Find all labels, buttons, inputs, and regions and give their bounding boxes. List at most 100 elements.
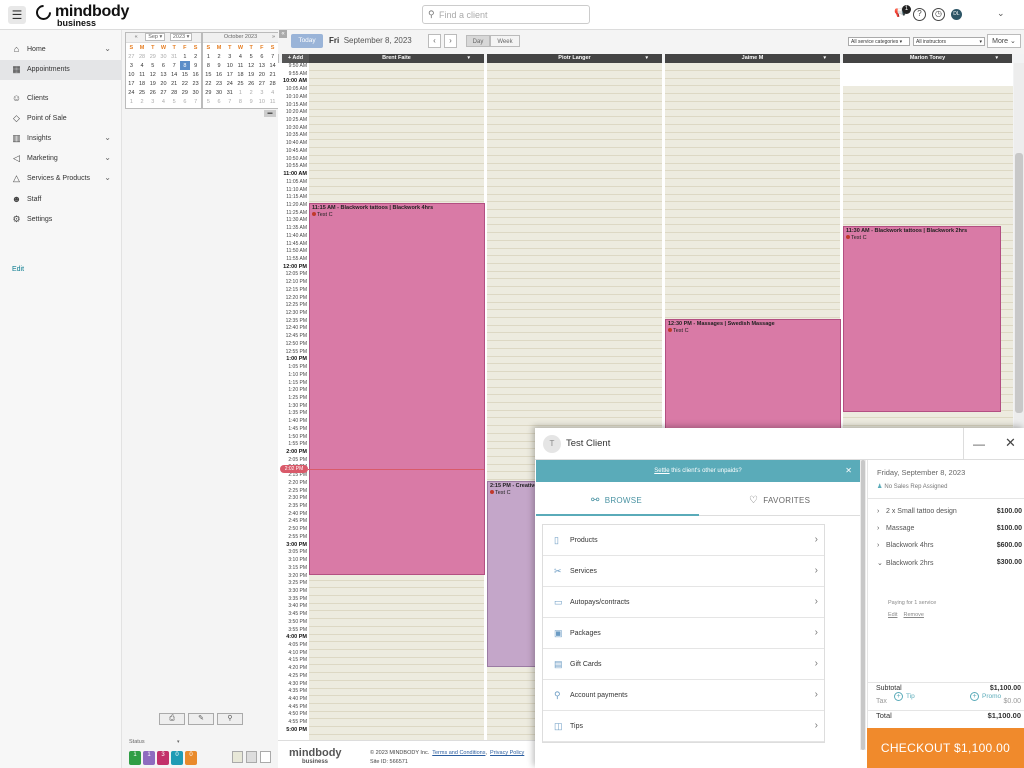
status-count[interactable]: 1 bbox=[129, 751, 141, 765]
client-search-input[interactable]: ⚲ Find a client bbox=[422, 5, 590, 24]
calendar-day[interactable]: 6 bbox=[180, 97, 191, 106]
calendar-day[interactable]: 3 bbox=[147, 97, 158, 106]
calendar-day[interactable]: 21 bbox=[169, 79, 180, 88]
prev-month-icon[interactable]: « bbox=[135, 34, 138, 40]
calendar-day[interactable]: 12 bbox=[246, 61, 257, 70]
calendar-day[interactable]: 12 bbox=[147, 70, 158, 79]
terms-link[interactable]: Terms and Conditions bbox=[432, 750, 485, 756]
calendar-day[interactable]: 26 bbox=[147, 88, 158, 97]
calendar-day[interactable]: 14 bbox=[267, 61, 278, 70]
collapse-calendar-icon[interactable]: ▬ bbox=[264, 110, 276, 117]
appointment-block[interactable]: 12:30 PM - Massages | Swedish Massage Te… bbox=[665, 319, 841, 429]
sidebar-item-clients[interactable]: ☺ Clients bbox=[0, 89, 122, 109]
settle-link[interactable]: Settle bbox=[654, 468, 669, 474]
chevron-down-icon[interactable]: ⌄ bbox=[104, 44, 111, 53]
calendar-day[interactable]: 8 bbox=[179, 61, 191, 70]
calendar-day[interactable]: 11 bbox=[137, 70, 148, 79]
calendar-day[interactable]: 25 bbox=[137, 88, 148, 97]
chevron-down-icon[interactable]: ⌄ bbox=[104, 173, 111, 182]
cart-item[interactable]: › Massage $100.00 bbox=[877, 525, 1022, 532]
calendar-day[interactable]: 9 bbox=[190, 61, 201, 70]
appointment-block[interactable]: 2:15 PM - Creative Test C bbox=[487, 481, 537, 667]
service-category-select[interactable]: All service categories ▾ bbox=[848, 37, 910, 46]
sidebar-item-settings[interactable]: ⚙ Settings bbox=[0, 210, 122, 230]
calendar-day[interactable]: 5 bbox=[147, 61, 158, 70]
calendar-day[interactable]: 15 bbox=[180, 70, 191, 79]
edit-schedule-icon[interactable]: ✎ bbox=[188, 713, 214, 725]
column-header[interactable]: Piotr Langer ▾ bbox=[487, 54, 662, 63]
calendar-day[interactable]: 3 bbox=[257, 88, 268, 97]
cart-item[interactable]: › 2 x Small tattoo design $100.00 bbox=[877, 508, 1022, 515]
column-menu-icon[interactable]: ▾ bbox=[645, 54, 648, 63]
calendar-day[interactable]: 2 bbox=[190, 52, 201, 61]
calendar-day[interactable]: 8 bbox=[203, 61, 214, 70]
cart-item[interactable]: ⌄ Blackwork 2hrs $300.00 bbox=[877, 559, 1022, 567]
menu-toggle-icon[interactable]: ☰ bbox=[8, 6, 26, 24]
browse-account-payments[interactable]: ⚲ Account payments › bbox=[543, 680, 824, 711]
calendar-day[interactable]: 5 bbox=[169, 97, 180, 106]
status-count[interactable]: 0 bbox=[185, 751, 197, 765]
calendar-day[interactable]: 19 bbox=[147, 79, 158, 88]
browse-products[interactable]: ▯ Products › bbox=[543, 525, 824, 556]
calendar-day[interactable]: 7 bbox=[224, 97, 235, 106]
calendar-day[interactable]: 10 bbox=[224, 61, 235, 70]
calendar-day[interactable]: 3 bbox=[126, 61, 137, 70]
add-appointment-button[interactable]: + Add bbox=[282, 54, 309, 63]
browse-gift-cards[interactable]: ▤ Gift Cards › bbox=[543, 649, 824, 680]
week-view-button[interactable]: Week bbox=[490, 35, 520, 47]
appointment-block[interactable]: 11:30 AM - Blackwork tattoos | Blackwork… bbox=[843, 226, 1001, 412]
calendar-day[interactable]: 2 bbox=[137, 97, 148, 106]
calendar-day[interactable]: 11 bbox=[267, 97, 278, 106]
calendar-day[interactable]: 30 bbox=[190, 88, 201, 97]
day-view-button[interactable]: Day bbox=[466, 35, 490, 47]
client-name[interactable]: Test Client bbox=[566, 438, 610, 449]
calendar-day[interactable]: 28 bbox=[137, 52, 148, 61]
calendar-day[interactable]: 13 bbox=[158, 70, 169, 79]
privacy-link[interactable]: Privacy Policy bbox=[490, 750, 524, 756]
calendar-day[interactable]: 18 bbox=[137, 79, 148, 88]
calendar-day[interactable]: 3 bbox=[224, 52, 235, 61]
calendar-day[interactable]: 30 bbox=[158, 52, 169, 61]
calendar-day[interactable]: 22 bbox=[203, 79, 214, 88]
calendar-day[interactable]: 29 bbox=[180, 88, 191, 97]
expand-item-icon[interactable]: ⌄ bbox=[877, 559, 886, 567]
calendar-day[interactable]: 27 bbox=[257, 79, 268, 88]
scrollbar-thumb[interactable] bbox=[861, 460, 865, 750]
calendar-day[interactable]: 26 bbox=[246, 79, 257, 88]
calendar-day[interactable]: 16 bbox=[190, 70, 201, 79]
calendar-day[interactable]: 2 bbox=[246, 88, 257, 97]
month-select[interactable]: Sep ▾ bbox=[145, 33, 166, 41]
browse-scrollbar[interactable] bbox=[860, 460, 866, 750]
clock-icon[interactable]: ◷ bbox=[932, 8, 945, 21]
calendar-day[interactable]: 6 bbox=[257, 52, 268, 61]
sidebar-item-point-of-sale[interactable]: ◇ Point of Sale bbox=[0, 109, 122, 129]
calendar-day[interactable]: 30 bbox=[214, 88, 225, 97]
calendar-day[interactable]: 14 bbox=[169, 70, 180, 79]
tab-favorites[interactable]: ♡ FAVORITES bbox=[749, 495, 810, 506]
calendar-day[interactable]: 29 bbox=[203, 88, 214, 97]
browse-services[interactable]: ✂ Services › bbox=[543, 556, 824, 587]
calendar-day[interactable]: 9 bbox=[214, 61, 225, 70]
expand-item-icon[interactable]: › bbox=[877, 542, 886, 549]
cart-item[interactable]: › Blackwork 4hrs $600.00 bbox=[877, 542, 1022, 549]
sidebar-item-services-products[interactable]: △ Services & Products ⌄ bbox=[0, 169, 122, 189]
calendar-day[interactable]: 1 bbox=[203, 52, 214, 61]
calendar-day[interactable]: 19 bbox=[246, 70, 257, 79]
calendar-day[interactable]: 20 bbox=[257, 70, 268, 79]
legend-swatch-3[interactable] bbox=[260, 751, 271, 763]
help-icon[interactable]: ? bbox=[913, 8, 926, 21]
calendar-day[interactable]: 24 bbox=[224, 79, 235, 88]
calendar-day[interactable]: 1 bbox=[180, 52, 191, 61]
column-header[interactable]: Jaime M ▾ bbox=[665, 54, 840, 63]
column-menu-icon[interactable]: ▾ bbox=[467, 54, 470, 63]
legend-swatch-2[interactable] bbox=[246, 751, 257, 763]
calendar-day[interactable]: 17 bbox=[126, 79, 137, 88]
appointment-block[interactable]: 11:15 AM - Blackwork tattoos | Blackwork… bbox=[309, 203, 485, 575]
zoom-icon[interactable]: ⚲ bbox=[217, 713, 243, 725]
sidebar-item-staff[interactable]: ☻ Staff bbox=[0, 190, 122, 210]
next-day-button[interactable]: › bbox=[444, 34, 457, 48]
chevron-down-icon[interactable]: ⌄ bbox=[104, 153, 111, 162]
calendar-day[interactable]: 4 bbox=[137, 61, 148, 70]
column-menu-icon[interactable]: ▾ bbox=[823, 54, 826, 63]
minimize-icon[interactable]: — bbox=[973, 437, 985, 451]
